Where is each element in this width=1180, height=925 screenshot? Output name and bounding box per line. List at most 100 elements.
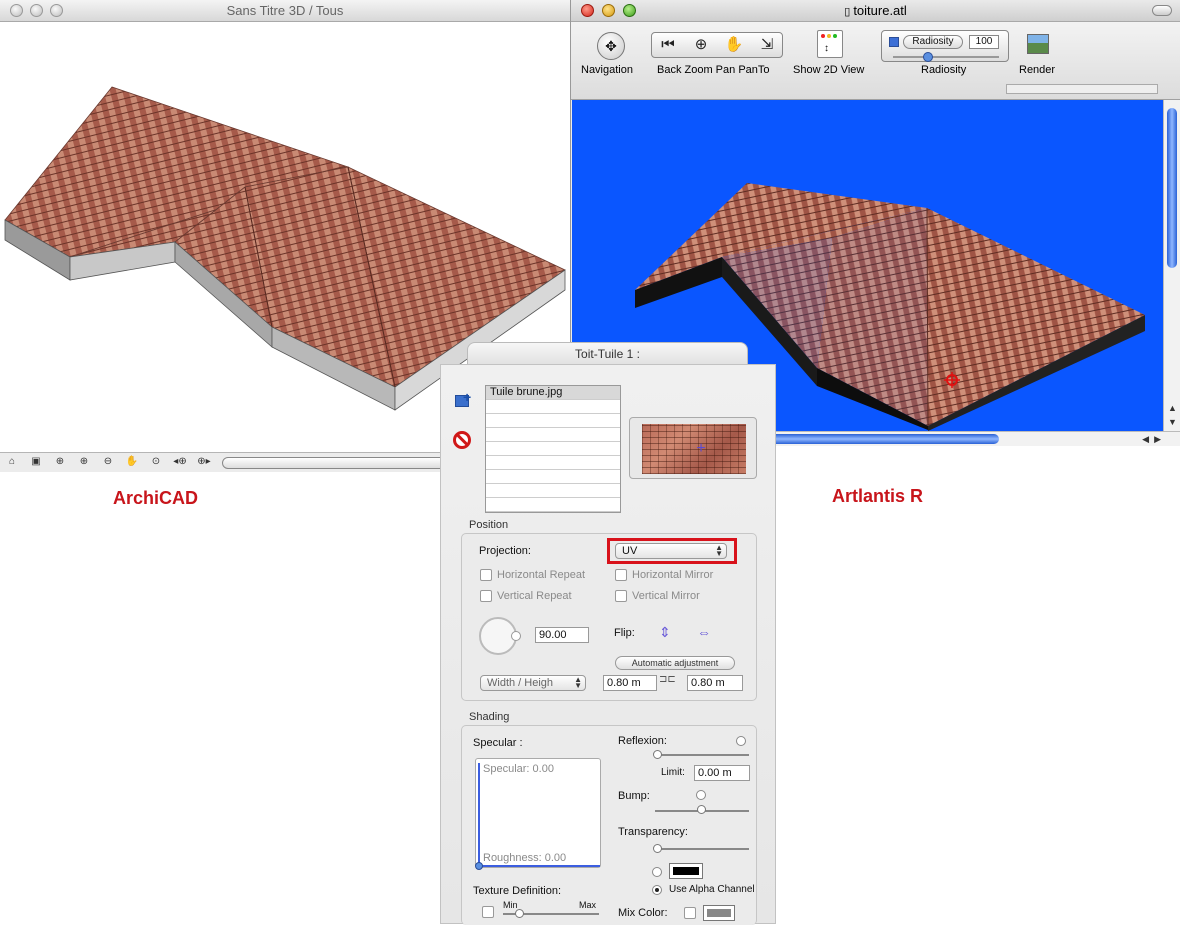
texture-center-icon[interactable]: + <box>694 441 708 457</box>
toolbar-toggle-button[interactable] <box>1152 5 1172 16</box>
delete-texture-icon[interactable] <box>453 431 471 449</box>
show-2d-view-icon[interactable]: ↕ <box>817 30 843 58</box>
color-radio[interactable] <box>652 867 662 877</box>
bump-label: Bump: <box>618 790 650 802</box>
window-title: Sans Titre 3D / Tous <box>226 3 344 18</box>
scroll-down-arrow[interactable]: ▼ <box>1168 417 1177 427</box>
mix-color-swatch[interactable] <box>703 905 735 921</box>
artlantis-titlebar[interactable]: ▯ toiture.atl <box>571 0 1180 22</box>
reflexion-label: Reflexion: <box>618 735 667 747</box>
horizontal-repeat-checkbox[interactable] <box>480 569 492 581</box>
horizontal-mirror-label: Horizontal Mirror <box>632 569 714 581</box>
specular-label: Specular : <box>473 737 523 749</box>
archicad-caption: ArchiCAD <box>113 488 199 508</box>
min-label: Min <box>503 900 518 910</box>
flip-horizontal-icon[interactable]: ⇔ <box>697 624 711 640</box>
width-field[interactable]: 0.80 m <box>603 675 657 691</box>
alpha-channel-radio[interactable] <box>652 885 662 895</box>
zoom-rect-icon[interactable]: ▣ <box>26 456 46 470</box>
texture-list-item[interactable] <box>486 484 620 498</box>
horizontal-scroll-thumb[interactable] <box>771 434 999 444</box>
rotation-angle-field[interactable]: 90.00 <box>535 627 589 643</box>
specular-handle[interactable] <box>475 862 483 870</box>
scroll-left-arrow[interactable]: ◀ <box>1142 434 1149 445</box>
add-texture-icon[interactable]: + <box>453 389 473 409</box>
zoom-next-icon[interactable]: ⊕▸ <box>194 456 214 470</box>
horizontal-mirror-checkbox[interactable] <box>615 569 627 581</box>
panto-icon[interactable]: ⇲ <box>751 33 783 57</box>
navigation-icon[interactable]: ✥ <box>597 32 625 60</box>
flip-vertical-icon[interactable]: ⇕ <box>659 624 671 641</box>
radiosity-slider-track[interactable] <box>893 56 999 58</box>
vertical-repeat-checkbox[interactable] <box>480 590 492 602</box>
texture-list-item[interactable] <box>486 442 620 456</box>
document-icon: ▯ <box>844 6 854 18</box>
popup-arrows-icon: ▲ ▼ <box>574 675 582 690</box>
transparency-slider-track[interactable] <box>655 848 749 850</box>
zoom-prev-icon[interactable]: ◂⊕ <box>170 456 190 470</box>
mix-color-label: Mix Color: <box>618 907 668 919</box>
zoom-fit-icon[interactable]: ⊕ <box>50 456 70 470</box>
texture-definition-label: Texture Definition: <box>473 885 562 897</box>
zoom-in-icon[interactable]: ⊕ <box>74 456 94 470</box>
texture-definition-checkbox[interactable] <box>482 906 494 918</box>
rotation-dial-knob[interactable] <box>511 631 521 641</box>
vertical-repeat-label: Vertical Repeat <box>497 590 572 602</box>
size-mode-select[interactable]: Width / Heigh ▲ ▼ <box>480 675 586 691</box>
artlantis-toolbar: ✥ Navigation ⏮ ⊕ ✋ ⇲ Back Zoom Pan PanTo… <box>571 22 1180 100</box>
specular-axis <box>478 763 480 863</box>
pan-icon[interactable]: ✋ <box>122 456 142 470</box>
zoom-out-icon[interactable]: ⊖ <box>98 456 118 470</box>
archicad-scrollbar[interactable] <box>222 457 462 469</box>
texture-list-item[interactable] <box>486 470 620 484</box>
transparency-slider-knob[interactable] <box>653 844 662 853</box>
scroll-up-arrow[interactable]: ▲ <box>1168 403 1177 413</box>
texture-list-item[interactable] <box>486 428 620 442</box>
width-icon: ⊐⊏ <box>659 674 676 685</box>
render-icon[interactable] <box>1027 34 1049 54</box>
texture-list-item[interactable] <box>486 400 620 414</box>
texture-definition-slider-knob[interactable] <box>515 909 524 918</box>
palette-title[interactable]: Toit-Tuile 1 : <box>467 342 748 366</box>
projection-label: Projection: <box>479 545 531 557</box>
radiosity-slider-knob[interactable] <box>923 52 933 62</box>
scroll-right-arrow[interactable]: ▶ <box>1154 434 1161 445</box>
texture-list-item[interactable] <box>486 456 620 470</box>
radiosity-checkbox[interactable] <box>889 37 899 47</box>
projection-highlight <box>607 538 737 564</box>
radiosity-button[interactable]: Radiosity <box>903 35 963 49</box>
reflexion-slider-knob[interactable] <box>653 750 662 759</box>
zoom-icon[interactable]: ⊙ <box>146 456 166 470</box>
view-tools-label: Back Zoom Pan PanTo <box>657 64 770 76</box>
archicad-titlebar[interactable]: Sans Titre 3D / Tous <box>0 0 570 22</box>
show-2d-view-label: Show 2D View <box>793 64 865 76</box>
vertical-scroll-thumb[interactable] <box>1167 108 1177 268</box>
artlantis-vertical-scrollbar[interactable]: ▲ ▼ <box>1163 100 1180 431</box>
view-tools-group: ⏮ ⊕ ✋ ⇲ <box>651 32 783 58</box>
flip-label: Flip: <box>614 627 635 639</box>
reflexion-slider-track[interactable] <box>655 754 749 756</box>
max-label: Max <box>579 900 597 910</box>
texture-list-item[interactable]: Tuile brune.jpg <box>486 386 620 400</box>
limit-field[interactable]: 0.00 m <box>694 765 750 781</box>
height-field[interactable]: 0.80 m <box>687 675 743 691</box>
pan-hand-icon[interactable]: ✋ <box>718 33 750 57</box>
texture-list-item[interactable] <box>486 414 620 428</box>
back-icon[interactable]: ⏮ <box>652 33 684 57</box>
mix-color-checkbox[interactable] <box>684 907 696 919</box>
radiosity-value-field[interactable]: 100 <box>969 35 999 49</box>
reflexion-indicator <box>736 736 746 746</box>
texture-list-item[interactable] <box>486 498 620 512</box>
roughness-value: Roughness: 0.00 <box>483 852 567 864</box>
zoom-icon[interactable]: ⊕ <box>685 33 717 57</box>
transparency-color-swatch[interactable] <box>669 863 703 879</box>
render-label: Render <box>1019 64 1056 76</box>
bump-slider-knob[interactable] <box>697 805 706 814</box>
alpha-channel-label: Use Alpha Channel <box>669 884 755 895</box>
bump-indicator <box>696 790 706 800</box>
texture-list[interactable]: Tuile brune.jpg <box>485 385 621 513</box>
vertical-mirror-checkbox[interactable] <box>615 590 627 602</box>
window-title: ▯ toiture.atl <box>844 3 907 18</box>
automatic-adjustment-button[interactable]: Automatic adjustment <box>615 656 735 670</box>
3d-view-icon[interactable]: ⌂ <box>2 456 22 470</box>
